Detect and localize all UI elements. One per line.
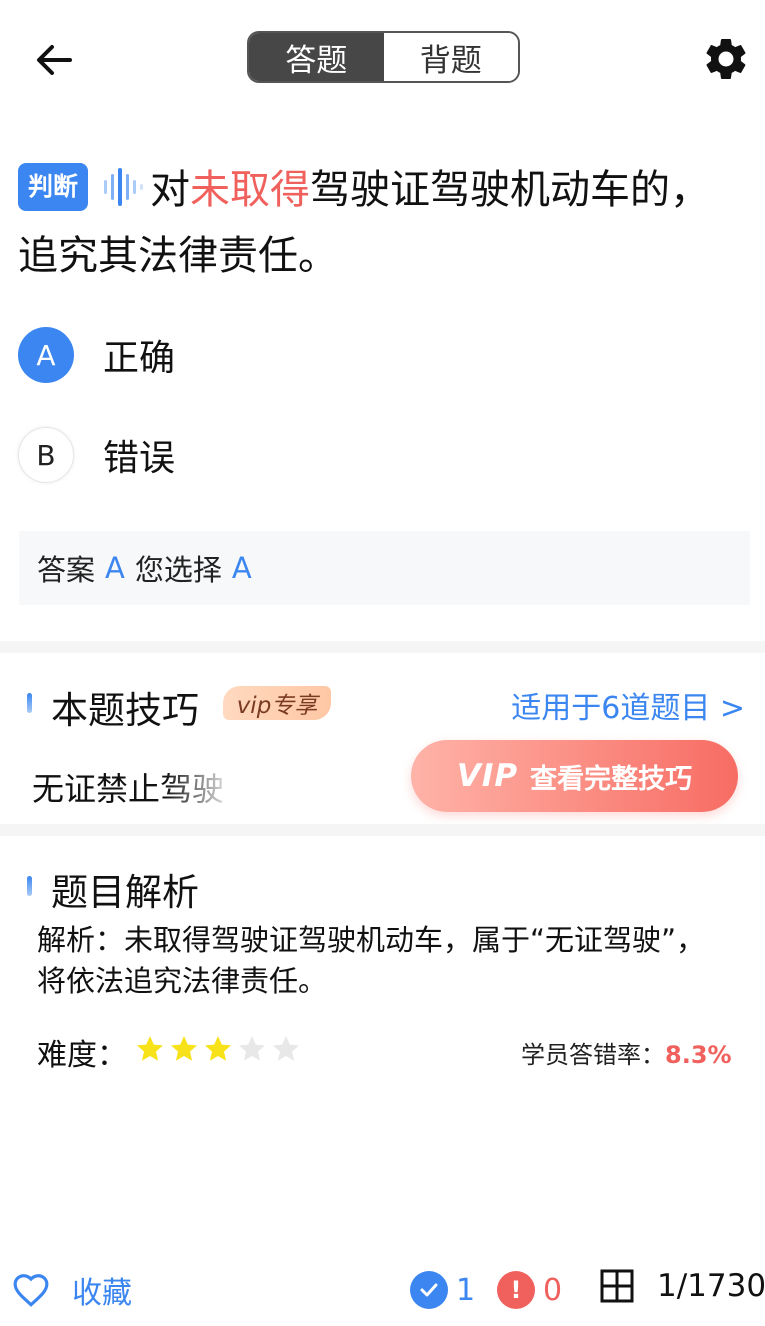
option-b-text: 错误 (103, 438, 176, 479)
progress-text: 1/1730 (657, 1268, 765, 1304)
section-divider (0, 824, 765, 836)
question-text-before: 对 (150, 167, 191, 213)
tips-title: 本题技巧 (51, 689, 199, 732)
question-type-tag: 判断 (18, 163, 89, 211)
wrong-counter[interactable]: ! 0 (497, 1271, 562, 1309)
tab-answer-mode[interactable]: 答题 (249, 33, 384, 81)
back-button[interactable] (30, 36, 80, 84)
option-b-marker: B (18, 427, 74, 483)
option-a-marker: A (18, 327, 74, 383)
grid-icon (600, 1269, 634, 1303)
exclamation-icon: ! (497, 1271, 535, 1309)
tips-fade-overlay (165, 755, 265, 811)
star-empty-icon (239, 1036, 265, 1061)
star-filled-icon (137, 1036, 163, 1061)
tips-applies-link[interactable]: 适用于6道题目 > (511, 683, 745, 727)
correct-count: 1 (456, 1272, 476, 1308)
view-full-tips-label: 查看完整技巧 (530, 763, 693, 795)
wrong-count: 0 (543, 1272, 563, 1308)
answer-label: 答案 (37, 553, 96, 587)
favorite-button[interactable]: 收藏 (12, 1268, 132, 1312)
tab-memorize-mode[interactable]: 背题 (383, 33, 518, 81)
star-filled-icon (205, 1036, 231, 1061)
answer-summary: 答案 A 您选择 A (19, 531, 750, 605)
favorite-label: 收藏 (72, 1276, 132, 1311)
audio-icon[interactable] (102, 164, 146, 210)
settings-button[interactable] (701, 34, 751, 84)
question-grid-button[interactable]: 1/1730 (599, 1268, 765, 1304)
view-full-tips-button[interactable]: VIP 查看完整技巧 (411, 740, 738, 812)
question-text: 判断 对未取得驾驶证驾驶机动车的，追究其法律责任。 (18, 157, 748, 289)
star-empty-icon (273, 1036, 299, 1061)
vip-logo: VIP (456, 758, 519, 794)
analysis-text: 解析：未取得驾驶证驾驶机动车，属于“无证驾驶”，将依法追究法律责任。 (37, 923, 706, 998)
error-rate-value: 8.3% (665, 1041, 732, 1069)
option-b[interactable]: B 错误 (18, 425, 718, 485)
error-rate: 学员答错率：8.3% (521, 1035, 732, 1070)
section-marker (27, 693, 32, 713)
difficulty-stars (135, 1034, 301, 1064)
heart-icon (13, 1274, 49, 1307)
difficulty-label: 难度： (37, 1038, 127, 1073)
section-marker (27, 876, 32, 896)
your-answer: A (231, 551, 252, 585)
your-choice-label: 您选择 (134, 553, 222, 587)
section-divider (0, 641, 765, 653)
correct-counter[interactable]: 1 (410, 1271, 475, 1309)
gear-icon (706, 38, 746, 79)
option-a-text: 正确 (103, 338, 176, 379)
vip-badge: vip专享 (223, 686, 331, 720)
option-a[interactable]: A 正确 (18, 325, 718, 385)
arrow-left-icon (37, 45, 72, 75)
check-icon (410, 1271, 448, 1309)
error-rate-label: 学员答错率： (521, 1041, 665, 1069)
analysis-title: 题目解析 (51, 871, 199, 914)
mode-switch: 答题 背题 (247, 31, 520, 83)
correct-answer: A (105, 551, 125, 585)
question-highlight: 未取得 (190, 167, 311, 213)
star-filled-icon (171, 1036, 197, 1061)
